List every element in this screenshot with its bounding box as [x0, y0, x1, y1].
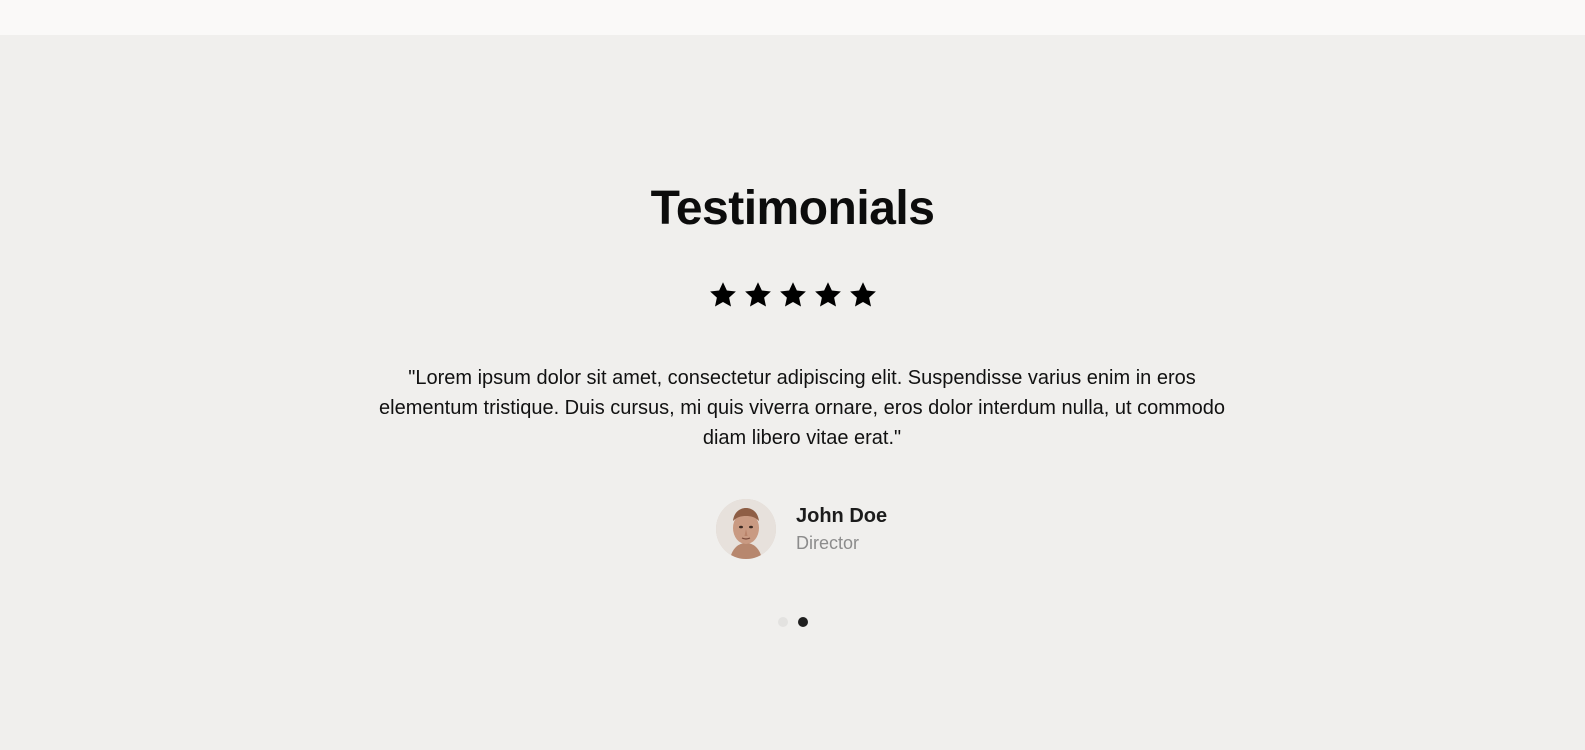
- slider-dot-1[interactable]: [777, 617, 788, 627]
- avatar: [716, 499, 776, 559]
- star-icon: [848, 280, 878, 310]
- section-title: Testimonials: [650, 182, 935, 235]
- slider-dot-2[interactable]: [797, 617, 808, 627]
- testimonials-section: Testimonials "Lorem ipsum dolor sit amet…: [0, 35, 1585, 750]
- star-icon: [813, 280, 843, 310]
- star-rating: [0, 280, 1585, 310]
- author-name: John Doe: [796, 505, 888, 527]
- slider-pagination: [0, 617, 1585, 627]
- testimonial-author: John Doe Director: [716, 498, 887, 560]
- testimonial-quote: "Lorem ipsum dolor sit amet, consectetur…: [379, 367, 1225, 449]
- star-icon: [708, 280, 738, 310]
- author-role: Director: [796, 533, 860, 553]
- author-details: John Doe Director: [796, 504, 887, 554]
- star-icon: [778, 280, 808, 310]
- top-strip: [0, 0, 1585, 35]
- star-icon: [743, 280, 773, 310]
